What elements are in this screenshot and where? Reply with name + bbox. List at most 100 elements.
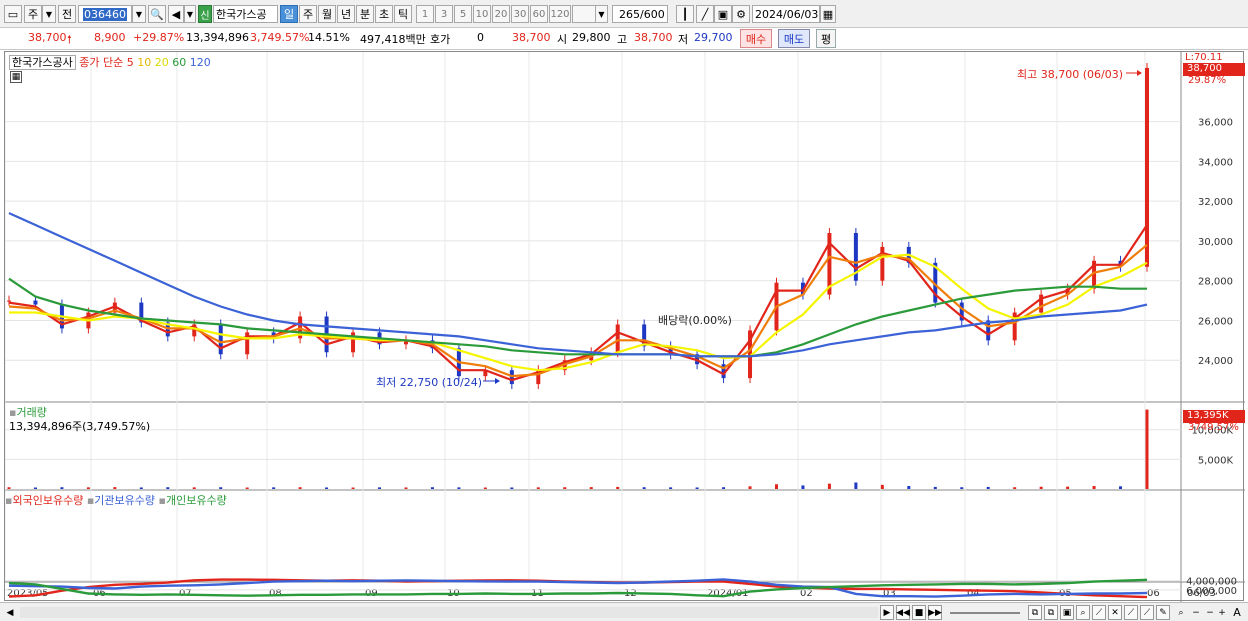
period-tab-1[interactable]: 주 [299,5,317,23]
search-icon[interactable]: 🔍 [148,5,166,23]
current-price: 38,700 [28,31,67,44]
legend-dot-individual: ▪ [158,494,166,507]
candle-icon[interactable]: ┃ [676,5,694,23]
interval-tab-1[interactable]: 3 [435,5,453,23]
price-change-pct: +29.87% [133,31,185,44]
up-arrow-icon: 🠕 [67,33,72,46]
low-arrow-head-icon [495,378,500,384]
legend-ma5: 5 [126,56,134,69]
scroll-right-icon[interactable]: ▶ [880,605,894,620]
shrink-icon[interactable]: − [1204,605,1216,620]
interval-tab-0[interactable]: 1 [416,5,434,23]
speaker-icon[interactable]: ◀ [168,5,184,23]
sell-label: 매도 [783,32,805,46]
scroll-bar[interactable]: ◀ ▶ ◀◀ ■ ▶▶ ⧉ ⧉ ▣ ⌕ ⟋ ✕ ⟋ ⟋ ✎ ⌕ − − + A [0,602,1248,621]
volume-bar-31 [827,483,831,489]
gear-icon[interactable]: ⚙ [732,5,750,23]
volume-bar-29 [774,484,778,489]
volume-bar-7 [192,487,196,489]
volume-bar-42 [1119,486,1123,489]
zoom-out-icon[interactable]: − [1190,605,1202,620]
interval-dropdown-icon[interactable]: ▼ [595,5,608,23]
volume-bar-0 [7,487,11,489]
zoom-area-icon[interactable]: ⌕ [1076,605,1090,620]
credit-badge-label: 신 [200,10,210,22]
period-tab-0[interactable]: 일 [280,5,298,23]
period-tab-4[interactable]: 분 [356,5,374,23]
line-icon[interactable]: ⟋ [1124,605,1138,620]
split-icon[interactable]: ⧉ [1028,605,1042,620]
stock-code-value: 036460 [83,7,127,21]
volume-bar-20 [536,487,540,489]
first-page-icon[interactable]: ◀◀ [896,605,910,620]
extra-button[interactable]: 평 [816,29,836,48]
scroll-track[interactable] [20,607,878,618]
ma-line-20 [9,253,1148,372]
stop-icon[interactable]: ■ [912,605,926,620]
toolbar: ▭ 주 ▼ 전 036460 ▼ 🔍 ◀ ▼ 신 한국가스공 ▼ 265/600… [0,0,1248,28]
draw-tool-icon[interactable]: ╱ [696,5,714,23]
copy-icon[interactable]: ⧉ [1044,605,1058,620]
stock-name-field[interactable]: 한국가스공 [213,5,278,23]
volume-bar-10 [272,487,276,489]
search-zoom-icon[interactable]: ⌕ [1174,605,1188,620]
period-tab-2[interactable]: 월 [318,5,336,23]
sell-button[interactable]: 매도 [778,29,810,48]
count-field[interactable]: 265/600 [612,5,668,23]
interval-tab-2[interactable]: 5 [454,5,472,23]
chart-panel[interactable]: 36,000 34,000 32,000 30,000 28,000 26,000 24,0… [4,51,1245,602]
interval-tab-4[interactable]: 20 [492,5,510,23]
save-icon[interactable]: ▣ [714,5,732,23]
stock-code-input[interactable]: 036460 [78,5,132,23]
buy-button[interactable]: 매수 [740,29,772,48]
speaker-dropdown-icon[interactable]: ▼ [184,5,196,23]
date-field[interactable]: 2024/06/03 [752,5,820,23]
volume-bar-30 [801,485,805,489]
volume-bar-4 [113,487,117,489]
prefix-button[interactable]: 전 [58,5,76,23]
pen-icon[interactable]: ✎ [1156,605,1170,620]
last-page-icon[interactable]: ▶▶ [928,605,942,620]
scroll-left-icon[interactable]: ◀ [3,605,17,620]
dividend-annotation: 배당락(0.00%) [658,314,732,327]
volume-bar-28 [748,486,752,489]
credit-badge: 신 [198,5,212,23]
volume-value: 13,394,896 [186,31,249,44]
interval-tab-7[interactable]: 120 [549,5,571,23]
market-dropdown-icon[interactable]: ▼ [42,5,56,23]
price-tick-label-2: 32,000 [1198,197,1233,208]
trend-icon[interactable]: ⟋ [1092,605,1106,620]
zoom-slider[interactable] [950,612,1020,614]
volume-bar-3 [86,487,90,489]
volume-bar-1 [33,487,37,489]
count-value: 265 [619,7,640,21]
ruler-icon[interactable]: ⟋ [1140,605,1154,620]
volume-bar-23 [616,486,620,489]
font-size-icon[interactable]: A [1230,605,1244,620]
high-annotation: 최고 38,700 (06/03) [1017,68,1124,81]
zoom-in-icon[interactable]: + [1216,605,1228,620]
period-tab-5[interactable]: 초 [375,5,393,23]
period-tab-6[interactable]: 틱 [394,5,412,23]
chart-svg[interactable]: 36,000 34,000 32,000 30,000 28,000 26,000 24,0… [5,52,1245,602]
open-price: 29,800 [572,31,611,44]
calendar-icon[interactable]: ▦ [820,5,836,23]
candle-body-43 [1145,67,1149,267]
volume-bar-34 [907,486,911,489]
price-legend-ma-label: 종가 단순 [79,56,124,69]
cross-icon[interactable]: ✕ [1108,605,1122,620]
volume-bar-40 [1066,486,1070,489]
layout-icon-2[interactable]: ▣ [1060,605,1074,620]
price-legend-stock[interactable]: 한국가스공사 [9,55,76,70]
volume-tick-label-1: 5,000K [1198,455,1234,466]
price-tick-label-5: 26,000 [1198,316,1233,327]
interval-tab-3[interactable]: 10 [473,5,491,23]
grid-table-icon[interactable]: ▦ [10,71,22,83]
market-select[interactable]: 주 [24,5,42,23]
interval-tab-5[interactable]: 30 [511,5,529,23]
volume-bar-15 [404,487,408,489]
layout-icon[interactable]: ▭ [4,5,22,23]
code-dropdown-icon[interactable]: ▼ [132,5,146,23]
interval-tab-6[interactable]: 60 [530,5,548,23]
period-tab-3[interactable]: 년 [337,5,355,23]
